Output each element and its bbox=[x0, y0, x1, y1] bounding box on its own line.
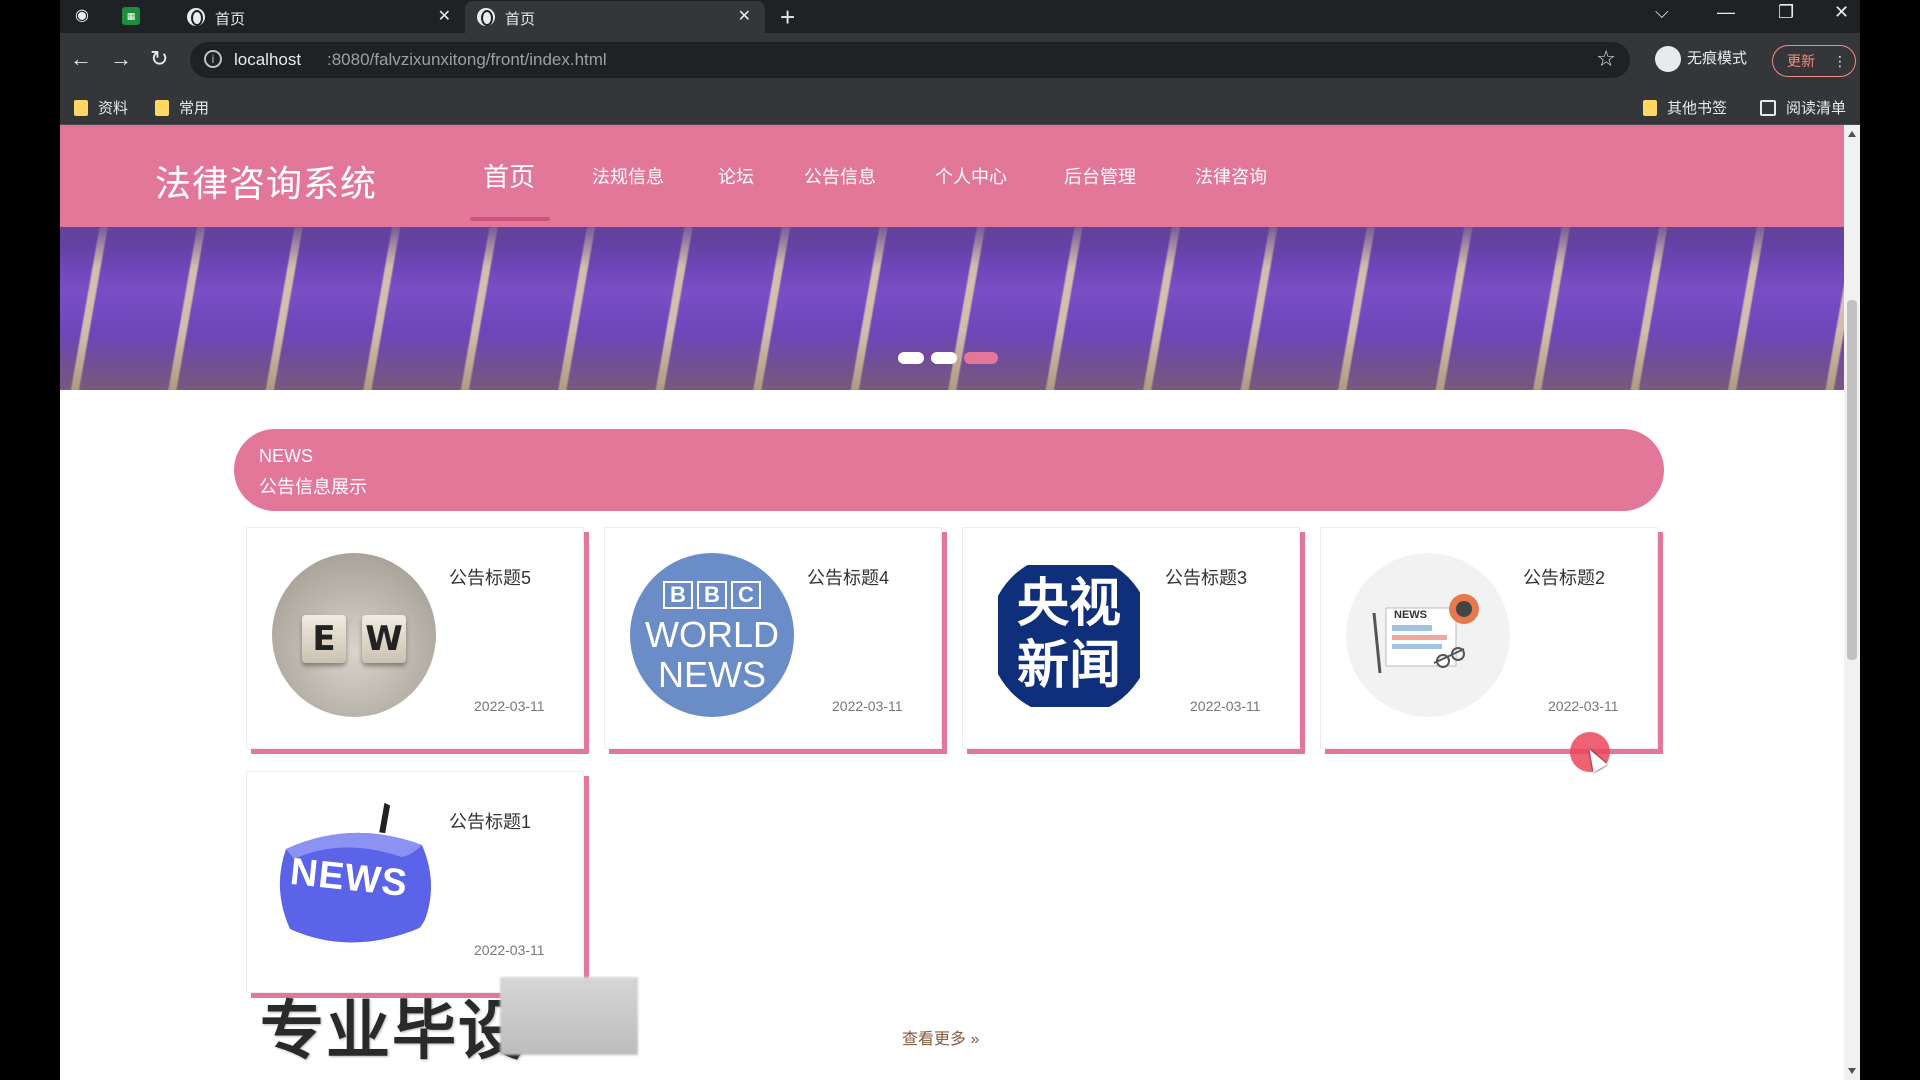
other-bookmarks[interactable]: 其他书签 bbox=[1643, 97, 1727, 118]
reading-list-label: 阅读清单 bbox=[1786, 100, 1847, 117]
scroll-down-arrow-icon[interactable] bbox=[1848, 1068, 1856, 1074]
incognito-icon bbox=[1655, 46, 1681, 72]
folder-icon bbox=[1643, 100, 1657, 116]
nav-regulations[interactable]: 法规信息 bbox=[592, 163, 664, 189]
news-title-en: NEWS bbox=[259, 446, 313, 466]
browser-window: ◉ ▦ 首页 ✕ 首页 ✕ + ⌵ — ❐ ✕ ← → ↻ i localhos… bbox=[60, 0, 1860, 1080]
bookmark-label: 常用 bbox=[179, 100, 210, 117]
nav-home[interactable]: 首页 bbox=[483, 157, 535, 194]
globe-icon[interactable]: ◉ bbox=[72, 6, 92, 26]
folder-icon bbox=[155, 100, 169, 116]
reading-list-icon bbox=[1760, 100, 1776, 116]
reload-icon[interactable]: ↻ bbox=[150, 46, 168, 72]
bookmark-folder-changyong[interactable]: 常用 bbox=[155, 97, 209, 118]
letter-tile: E bbox=[302, 615, 346, 663]
restore-button[interactable]: ❐ bbox=[1778, 2, 1794, 23]
news-card-date: 2022-03-11 bbox=[474, 698, 545, 714]
nav-admin[interactable]: 后台管理 bbox=[1064, 163, 1136, 189]
watermark-text: 专业毕设 bbox=[260, 995, 524, 1067]
page-scrollbar[interactable] bbox=[1844, 125, 1860, 1080]
globe-icon bbox=[187, 8, 205, 26]
bookmarks-bar: 资料 常用 其他书签 阅读清单 bbox=[60, 88, 1860, 125]
news-card-title[interactable]: 公告标题3 bbox=[1165, 564, 1247, 590]
news-thumbnail[interactable]: 央视 新闻 bbox=[988, 553, 1152, 717]
carousel-dot-2[interactable] bbox=[931, 352, 957, 364]
close-icon[interactable]: ✕ bbox=[438, 6, 451, 26]
reading-list[interactable]: 阅读清单 bbox=[1760, 97, 1846, 118]
news-title-cn: 公告信息展示 bbox=[259, 477, 367, 497]
page-viewport: 法律咨询系统 首页 法规信息 论坛 公告信息 个人中心 后台管理 法律咨询 NE… bbox=[60, 125, 1844, 1080]
tab-inactive[interactable]: 首页 ✕ bbox=[175, 1, 465, 33]
news-card-title[interactable]: 公告标题5 bbox=[449, 564, 531, 590]
newspaper-label: NEWS bbox=[1394, 609, 1427, 621]
menu-dots-icon[interactable]: ⋮ bbox=[1833, 46, 1847, 76]
world-text: WORLD bbox=[645, 614, 779, 655]
carousel-dot-3[interactable] bbox=[964, 352, 998, 364]
bookmark-folder-ziliao[interactable]: 资料 bbox=[74, 97, 128, 118]
nav-personal-center[interactable]: 个人中心 bbox=[935, 163, 1007, 189]
news-card-title[interactable]: 公告标题2 bbox=[1523, 564, 1605, 590]
news-thumbnail[interactable]: NEWS bbox=[1346, 553, 1510, 717]
back-arrow-icon[interactable]: ← bbox=[70, 46, 92, 72]
incognito-indicator[interactable]: 无痕模式 bbox=[1655, 46, 1747, 72]
news-card-date: 2022-03-11 bbox=[1548, 698, 1619, 714]
window-close-button[interactable]: ✕ bbox=[1834, 2, 1849, 23]
news-card-date: 2022-03-11 bbox=[474, 942, 545, 958]
tab-search-chevron-icon[interactable]: ⌵ bbox=[1655, 2, 1669, 23]
news-card[interactable]: NEWS 公告标题1 2022-03-11 bbox=[246, 771, 584, 993]
news-card-title[interactable]: 公告标题4 bbox=[807, 564, 889, 590]
nav-legal-consult[interactable]: 法律咨询 bbox=[1195, 163, 1267, 189]
address-bar[interactable]: i localhost :8080/falvzixunxitong/front/… bbox=[190, 42, 1630, 78]
folder-icon bbox=[74, 100, 88, 116]
sheets-app-icon[interactable]: ▦ bbox=[122, 7, 140, 25]
view-more-link[interactable]: 查看更多 » bbox=[902, 1025, 979, 1049]
url-path: :8080/falvzixunxitong/front/index.html bbox=[327, 50, 607, 69]
site-header: 法律咨询系统 首页 法规信息 论坛 公告信息 个人中心 后台管理 法律咨询 bbox=[60, 125, 1844, 227]
forward-arrow-icon[interactable]: → bbox=[110, 46, 132, 72]
banner-carousel[interactable] bbox=[60, 227, 1844, 390]
carousel-dot-1[interactable] bbox=[898, 352, 924, 364]
nav-announcements[interactable]: 公告信息 bbox=[804, 163, 876, 189]
bookmark-label: 资料 bbox=[98, 100, 129, 117]
news-thumbnail[interactable]: BBC WORLD NEWS bbox=[630, 553, 794, 717]
newspaper-illustration-icon bbox=[1372, 594, 1479, 674]
nav-forum[interactable]: 论坛 bbox=[718, 163, 754, 189]
browser-toolbar: ← → ↻ i localhost :8080/falvzixunxitong/… bbox=[60, 33, 1860, 88]
bbc-logo: BBC bbox=[630, 581, 794, 609]
url-host: localhost bbox=[234, 50, 302, 69]
news-card-title[interactable]: 公告标题1 bbox=[449, 808, 531, 834]
globe-icon bbox=[477, 8, 495, 26]
screen: ◉ ▦ 首页 ✕ 首页 ✕ + ⌵ — ❐ ✕ ← → ↻ i localhos… bbox=[0, 0, 1920, 1080]
news-card[interactable]: BBC WORLD NEWS 公告标题4 2022-03-11 bbox=[604, 527, 942, 749]
tab-active[interactable]: 首页 ✕ bbox=[465, 1, 765, 33]
news-card[interactable]: E W 公告标题5 2022-03-11 bbox=[246, 527, 584, 749]
news-card[interactable]: NEWS 公告标题2 2022-03-11 bbox=[1320, 527, 1658, 749]
news-section-header: NEWS 公告信息展示 bbox=[234, 429, 1664, 511]
scroll-up-arrow-icon[interactable] bbox=[1848, 131, 1856, 137]
tab-bar: ◉ ▦ 首页 ✕ 首页 ✕ + ⌵ — ❐ ✕ bbox=[60, 0, 1860, 33]
news-thumbnail[interactable]: NEWS bbox=[272, 797, 436, 961]
update-button[interactable]: 更新 ⋮ bbox=[1772, 45, 1856, 77]
bookmark-star-icon[interactable]: ☆ bbox=[1596, 46, 1616, 72]
tab-title: 首页 bbox=[215, 11, 246, 28]
news-card[interactable]: 央视 新闻 公告标题3 2022-03-11 bbox=[962, 527, 1300, 749]
incognito-label: 无痕模式 bbox=[1687, 49, 1748, 67]
cctv-logo: 央视 新闻 bbox=[998, 565, 1140, 707]
news-thumbnail[interactable]: E W bbox=[272, 553, 436, 717]
news-text: NEWS bbox=[658, 654, 766, 695]
news-card-date: 2022-03-11 bbox=[1190, 698, 1261, 714]
news-card-date: 2022-03-11 bbox=[832, 698, 903, 714]
info-icon[interactable]: i bbox=[204, 50, 222, 68]
tab-title: 首页 bbox=[505, 11, 536, 28]
new-tab-button[interactable]: + bbox=[780, 2, 795, 33]
nav-active-underline bbox=[470, 217, 550, 221]
letter-tile: W bbox=[362, 615, 406, 663]
scrollbar-thumb[interactable] bbox=[1847, 300, 1857, 660]
update-label: 更新 bbox=[1787, 53, 1815, 69]
minimize-button[interactable]: — bbox=[1717, 2, 1735, 23]
close-icon[interactable]: ✕ bbox=[738, 6, 751, 26]
other-bookmarks-label: 其他书签 bbox=[1667, 100, 1728, 117]
blurred-region bbox=[500, 977, 638, 1055]
site-logo[interactable]: 法律咨询系统 bbox=[155, 155, 377, 207]
